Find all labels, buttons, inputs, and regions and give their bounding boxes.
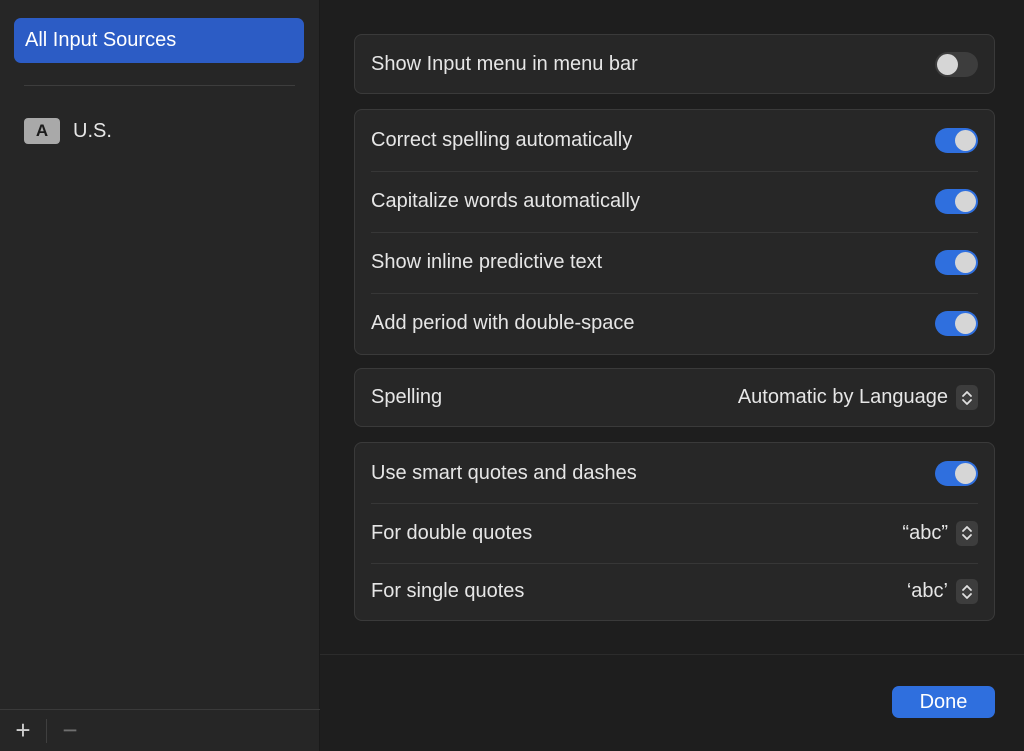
input-source-badge-icon: A (24, 118, 60, 144)
capitalize-words-label: Capitalize words automatically (371, 190, 641, 212)
toggle-knob (937, 53, 958, 75)
sidebar-item-us[interactable]: A U.S. (24, 117, 112, 145)
spelling-popup-button[interactable]: Automatic by Language (738, 385, 978, 410)
correct-spelling-toggle[interactable] (935, 128, 978, 153)
correct-spelling-row: Correct spelling automatically (355, 110, 994, 171)
typing-options-group: Correct spelling automatically Capitaliz… (354, 109, 995, 355)
smart-quotes-toggle[interactable] (935, 460, 978, 486)
show-input-menu-label: Show Input menu in menu bar (371, 52, 638, 75)
toggle-knob (955, 252, 976, 273)
spelling-label: Spelling (371, 386, 443, 408)
period-double-space-toggle[interactable] (935, 311, 978, 336)
input-source-settings-pane: Show Input menu in menu bar Correct spel… (320, 0, 1024, 751)
smart-quotes-row: Use smart quotes and dashes (355, 443, 994, 503)
spelling-group: Spelling Automatic by Language (354, 368, 995, 427)
menu-bar-group: Show Input menu in menu bar (354, 34, 995, 94)
sidebar-divider (24, 85, 295, 86)
show-input-menu-row: Show Input menu in menu bar (355, 35, 994, 93)
inline-predictive-label: Show inline predictive text (371, 251, 603, 273)
sidebar-item-label: U.S. (73, 119, 112, 142)
single-quotes-value: ‘abc’ (906, 580, 948, 602)
remove-input-source-button[interactable]: − (47, 711, 93, 751)
toggle-knob (955, 191, 976, 212)
chevron-up-down-icon (956, 520, 978, 546)
sidebar-bottom-bar: + − (0, 709, 320, 751)
single-quotes-row: For single quotes ‘abc’ (355, 563, 994, 620)
double-quotes-row: For double quotes “abc” (355, 503, 994, 563)
toggle-knob (955, 130, 976, 151)
correct-spelling-label: Correct spelling automatically (371, 129, 633, 151)
capitalize-words-toggle[interactable] (935, 189, 978, 214)
double-quotes-value: “abc” (902, 521, 948, 544)
show-input-menu-toggle[interactable] (935, 51, 978, 77)
smart-quotes-group: Use smart quotes and dashes For double q… (354, 442, 995, 621)
footer-divider (320, 654, 1024, 655)
period-double-space-row: Add period with double-space (355, 293, 994, 354)
double-quotes-popup-button[interactable]: “abc” (902, 520, 978, 546)
keyboard-input-sources-window: All Input Sources A U.S. + − Show Input … (0, 0, 1024, 751)
single-quotes-label: For single quotes (371, 580, 525, 602)
inline-predictive-row: Show inline predictive text (355, 232, 994, 293)
smart-quotes-label: Use smart quotes and dashes (371, 461, 637, 484)
period-double-space-label: Add period with double-space (371, 312, 635, 334)
toggle-knob (955, 313, 976, 334)
inline-predictive-toggle[interactable] (935, 250, 978, 275)
capitalize-words-row: Capitalize words automatically (355, 171, 994, 232)
spelling-value: Automatic by Language (737, 386, 948, 408)
add-input-source-button[interactable]: + (0, 711, 46, 751)
toggle-knob (955, 462, 976, 484)
plus-icon: + (15, 715, 31, 745)
done-button[interactable]: Done (892, 686, 995, 718)
sidebar-item-label: All Input Sources (25, 29, 177, 51)
chevron-up-down-icon (956, 385, 978, 410)
spelling-row: Spelling Automatic by Language (355, 369, 994, 426)
chevron-up-down-icon (956, 579, 978, 604)
done-button-label: Done (919, 690, 968, 713)
input-sources-sidebar: All Input Sources A U.S. + − (0, 0, 320, 751)
sidebar-item-all-input-sources[interactable]: All Input Sources (14, 18, 304, 63)
minus-icon: − (62, 715, 78, 745)
single-quotes-popup-button[interactable]: ‘abc’ (907, 579, 978, 604)
double-quotes-label: For double quotes (371, 521, 533, 544)
